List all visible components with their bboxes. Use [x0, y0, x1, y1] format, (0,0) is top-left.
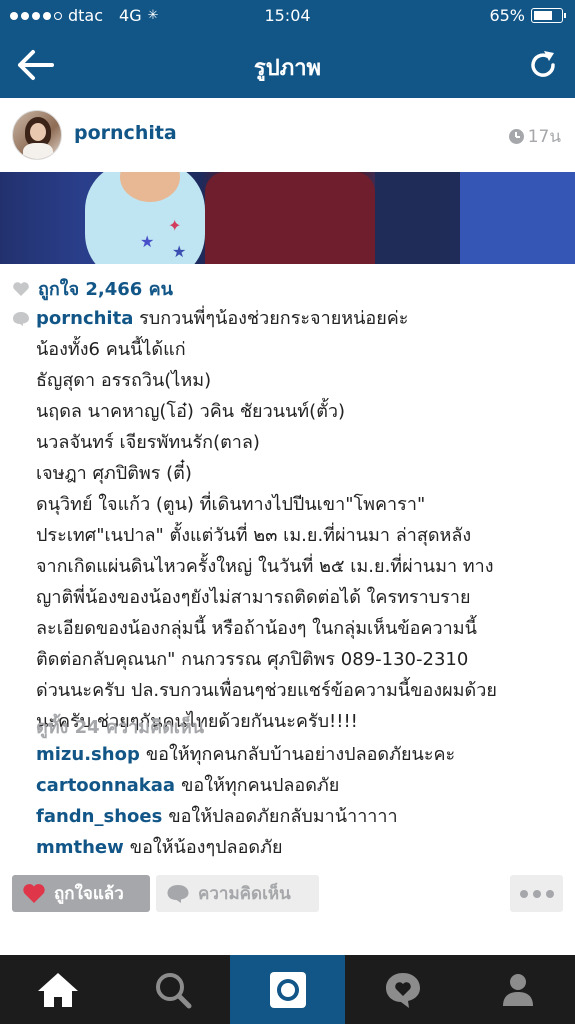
caption-line: จากเกิดแผ่นดินไหวครั้งใหญ่ ในวันที่ ๒๕ เ…	[36, 556, 494, 577]
caption-line: ติดต่อกลับคุณนก" กนกวรรณ ศุภปิติพร 089-1…	[36, 649, 469, 670]
profile-icon	[502, 973, 533, 1006]
caption-line: pornchita รบกวนพี่ๆน้องช่วยกระจายหน่อยค่…	[36, 308, 409, 329]
activity-icon	[385, 972, 420, 1008]
tab-activity[interactable]	[345, 955, 460, 1024]
avatar[interactable]	[12, 110, 62, 160]
caption-line: ดนุวิทย์ ใจแก้ว (ตูน) ที่เดินทางไปปีนเขา…	[36, 494, 426, 515]
comment-button[interactable]: ความคิดเห็น	[156, 875, 319, 912]
comment-username[interactable]: mizu.shop	[36, 744, 140, 765]
likes-count[interactable]: ถูกใจ 2,466 คน	[38, 274, 173, 303]
caption-line: เจษฎา ศุภปิติพร (ตี๋)	[36, 463, 192, 484]
tab-search[interactable]	[115, 955, 230, 1024]
comment-username[interactable]: cartoonnakaa	[36, 775, 175, 796]
heart-filled-icon	[23, 884, 45, 903]
comment-text: ขอให้ทุกคนกลับบ้านอย่างปลอดภัยนะคะ	[145, 744, 456, 765]
view-all-comments-link[interactable]: ดูทั้ง 24 ความคิดเห็น	[36, 712, 204, 741]
battery-percent: 65%	[489, 6, 525, 25]
comment-username[interactable]: mmthew	[36, 837, 124, 858]
comment-text: ขอให้ปลอดภัยกลับมาน้าาาาา	[168, 806, 398, 827]
comment-bubble-icon	[167, 884, 189, 903]
status-right: 65%	[489, 6, 566, 25]
like-button[interactable]: ถูกใจแล้ว	[12, 875, 150, 912]
heart-icon	[13, 281, 29, 296]
caption-line: ธัญสุดา อรรถวิน(ไหม)	[36, 370, 212, 391]
post-time: 17น	[508, 123, 561, 150]
post-photo[interactable]: ★ ✦ ★	[0, 172, 575, 264]
caption-line: น้องทั้ง6 คนนี้ได้แก่	[36, 339, 186, 360]
ellipsis-icon	[519, 889, 528, 898]
post-username[interactable]: pornchita	[74, 122, 177, 144]
caption-line: ประเทศ"เนปาล" ตั้งแต่วันที่ ๒๓ เม.ย.ที่ผ…	[36, 525, 472, 546]
list-item: mizu.shop ขอให้ทุกคนกลับบ้านอย่างปลอดภัยน…	[36, 741, 566, 772]
clock-icon	[508, 129, 524, 144]
post-header: pornchita 17น	[0, 98, 575, 172]
list-item: fandn_shoes ขอให้ปลอดภัยกลับมาน้าาาาา	[36, 803, 566, 834]
caption-line: ละเอียดของน้องกลุ่มนี้ หรือถ้าน้องๆ ในกล…	[36, 618, 477, 639]
search-icon	[155, 972, 191, 1008]
comment-text: ขอให้ทุกคนปลอดภัย	[181, 775, 340, 796]
status-bar: dtac 4G ✳ 15:04 65%	[0, 0, 575, 32]
battery-icon	[531, 8, 566, 23]
caption-line: นฤดล นาคหาญ(โอ๋) วคิน ชัยวนนท์(ตั้ว)	[36, 401, 346, 422]
comment-text: ขอให้น้องๆปลอดภัย	[129, 837, 283, 858]
page-title: รูปภาพ	[253, 56, 322, 81]
tab-profile[interactable]	[460, 955, 575, 1024]
comments-list: mizu.shop ขอให้ทุกคนกลับบ้านอย่างปลอดภัยน…	[36, 741, 566, 865]
nav-bar: รูปภาพ	[0, 32, 575, 98]
post-time-text: 17น	[527, 127, 561, 147]
list-item: mmthew ขอให้น้องๆปลอดภัย	[36, 834, 566, 865]
caption-line: นวลจันทร์ เจียรพัทนรัก(ตาล)	[36, 432, 260, 453]
like-button-label: ถูกใจแล้ว	[54, 884, 124, 904]
camera-icon	[269, 971, 306, 1008]
tab-home[interactable]	[0, 955, 115, 1024]
comment-button-label: ความคิดเห็น	[198, 884, 291, 904]
caption-line: ด่วนนะครับ ปล.รบกวนเพื่อนๆช่วยแชร์ข้อควา…	[36, 680, 497, 701]
comment-bubble-icon	[13, 312, 29, 326]
post-actions: ถูกใจแล้ว ความคิดเห็น	[12, 875, 563, 912]
refresh-icon[interactable]	[527, 48, 559, 82]
caption-line: ญาติพี่น้องของน้องๆยังไม่สามารถติดต่อได้…	[36, 587, 471, 608]
caption-lines: pornchita รบกวนพี่ๆน้องช่วยกระจายหน่อยค่…	[36, 305, 571, 739]
comment-username[interactable]: fandn_shoes	[36, 806, 162, 827]
tab-camera[interactable]	[230, 955, 345, 1024]
home-icon	[37, 972, 78, 1007]
caption-username[interactable]: pornchita	[36, 308, 133, 329]
tab-bar	[0, 955, 575, 1024]
more-options-button[interactable]	[510, 875, 563, 912]
list-item: cartoonnakaa ขอให้ทุกคนปลอดภัย	[36, 772, 566, 803]
likes-row[interactable]: ถูกใจ 2,466 คน	[12, 274, 173, 303]
